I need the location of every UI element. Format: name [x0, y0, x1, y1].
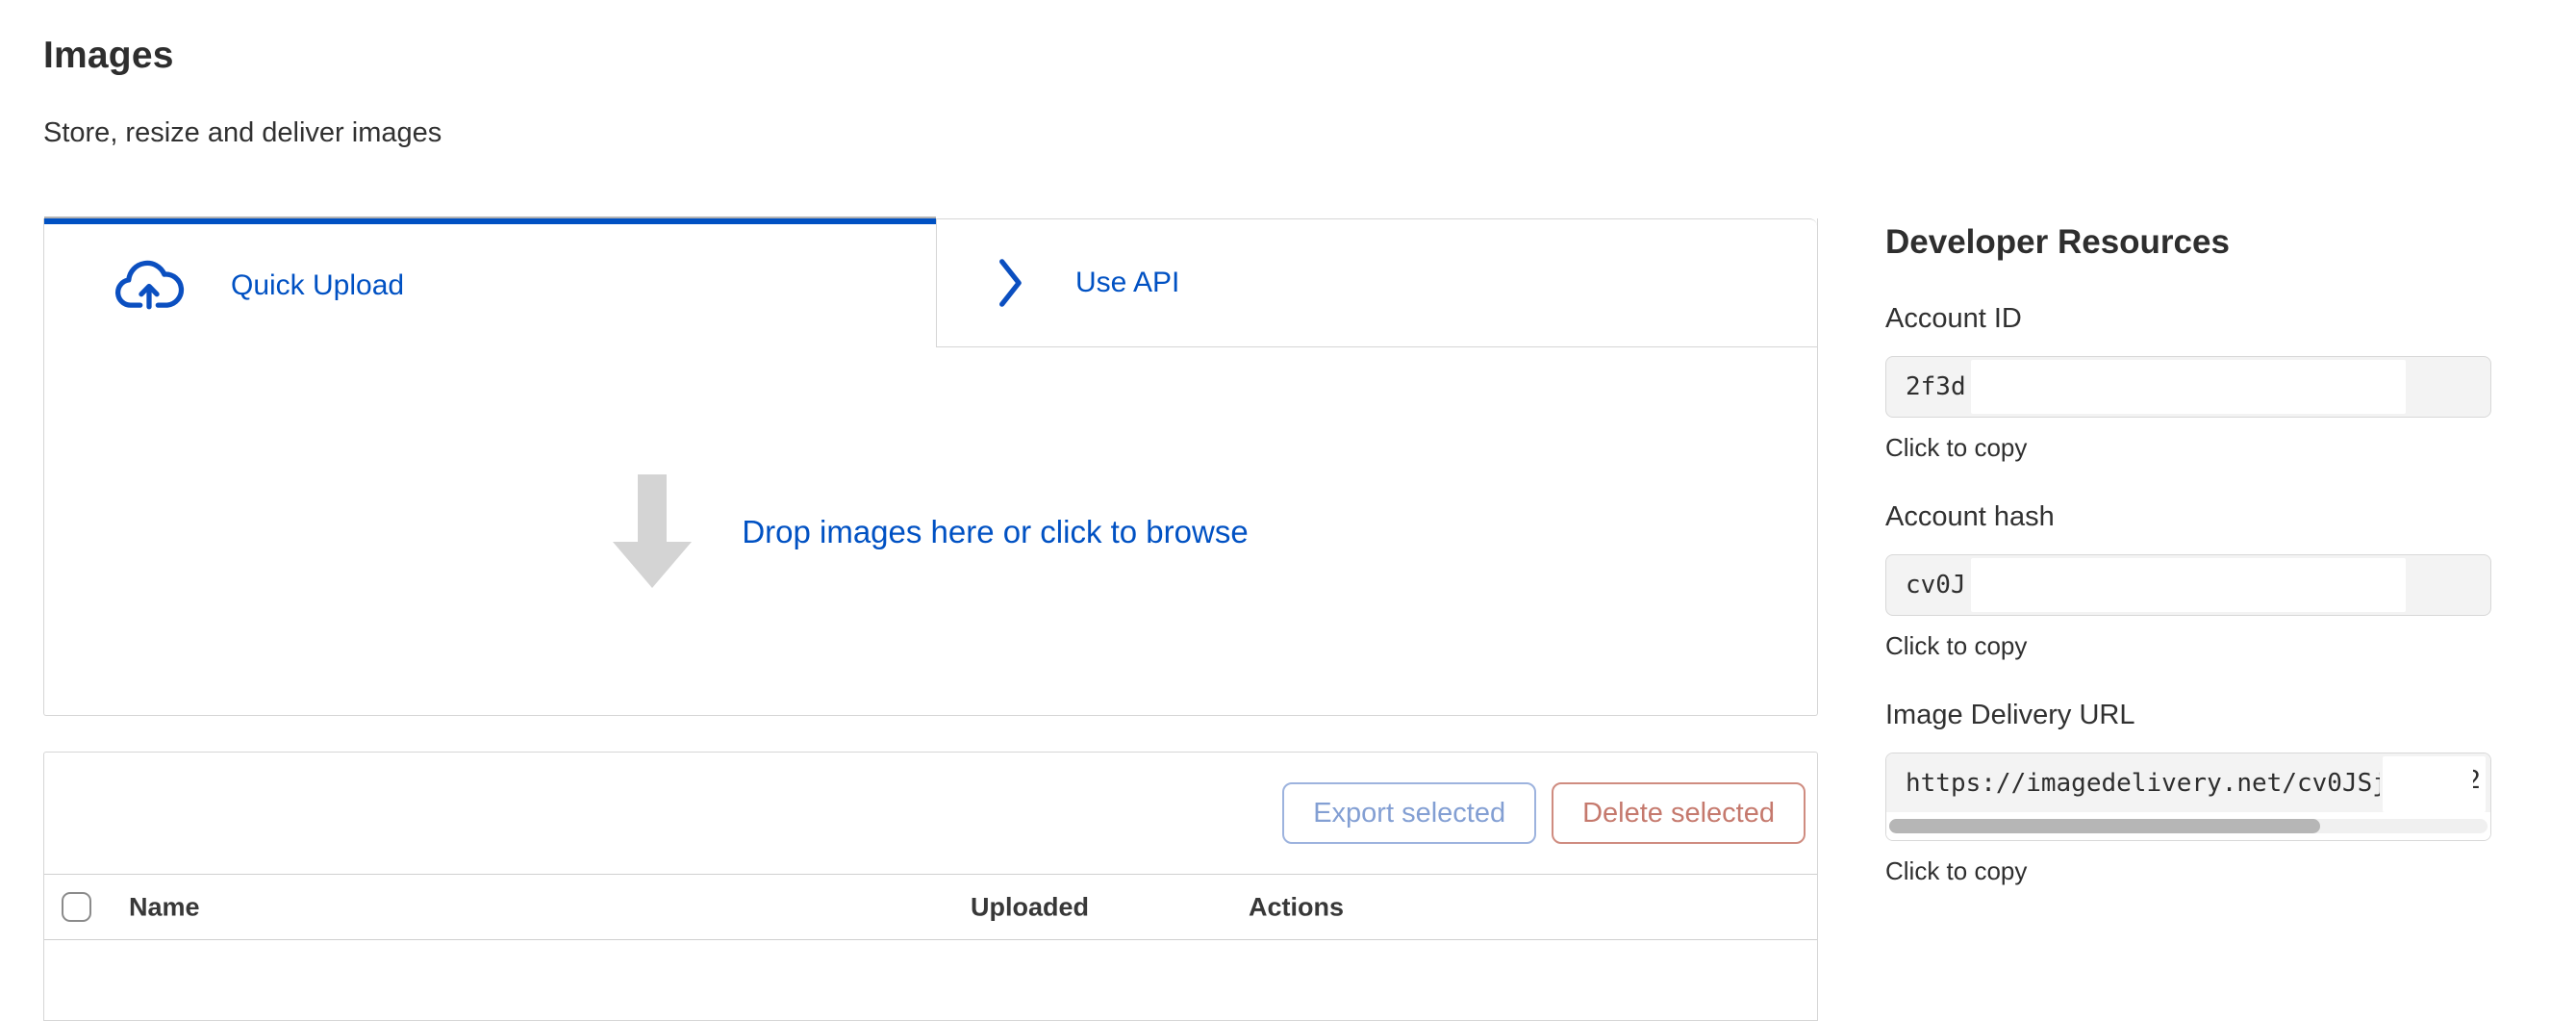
url-scrollbar-area [1886, 812, 2490, 841]
images-table-card: Export selected Delete selected Name Upl… [43, 752, 1818, 1021]
developer-resources-heading: Developer Resources [1885, 223, 2491, 262]
tab-use-api-label: Use API [1075, 267, 1179, 299]
clipped-character: j [2372, 769, 2380, 798]
image-delivery-url-field[interactable]: https://imagedelivery.net/cv0JSj 2 [1885, 753, 2491, 841]
account-id-label: Account ID [1885, 303, 2491, 335]
image-delivery-url-text-row: https://imagedelivery.net/cv0JSj 2 [1886, 753, 2490, 812]
image-delivery-url-copy-hint: Click to copy [1885, 856, 2491, 886]
select-all-checkbox[interactable] [62, 892, 91, 922]
account-id-copy-hint: Click to copy [1885, 433, 2491, 463]
redaction-overlay [1971, 558, 2406, 612]
page-title: Images [43, 35, 1818, 77]
tab-quick-upload[interactable]: Quick Upload [44, 218, 936, 347]
upload-tabs: Quick Upload Use API [44, 218, 1817, 347]
column-header-name: Name [129, 892, 200, 922]
account-hash-field[interactable]: cv0J [1885, 554, 2491, 616]
table-header-row: Name Uploaded Actions [44, 875, 1817, 940]
page-subtitle: Store, resize and deliver images [43, 117, 1818, 149]
horizontal-scrollbar-thumb[interactable] [1889, 819, 2320, 833]
dropzone[interactable]: Drop images here or click to browse [44, 347, 1817, 716]
redaction-overlay [2383, 756, 2486, 812]
cloud-upload-icon [106, 256, 192, 316]
account-hash-label: Account hash [1885, 501, 2491, 533]
column-header-actions: Actions [1249, 892, 1344, 922]
upload-card: Quick Upload Use API Drop images here or… [43, 218, 1818, 716]
tab-use-api[interactable]: Use API [936, 218, 1817, 347]
tab-quick-upload-label: Quick Upload [231, 269, 404, 302]
redaction-overlay [1971, 360, 2406, 414]
delete-selected-button[interactable]: Delete selected [1552, 782, 1806, 844]
main-column: Images Store, resize and deliver images … [43, 0, 1818, 716]
export-selected-button[interactable]: Export selected [1282, 782, 1536, 844]
account-hash-copy-hint: Click to copy [1885, 631, 2491, 661]
image-delivery-url-value: https://imagedelivery.net/cv0JS [1906, 769, 2372, 798]
arrow-down-icon [613, 474, 692, 590]
account-hash-value: cv0J [1906, 571, 1966, 600]
account-id-field[interactable]: 2f3d [1885, 356, 2491, 418]
dropzone-label: Drop images here or click to browse [742, 514, 1248, 550]
developer-resources-panel: Developer Resources Account ID 2f3d Clic… [1885, 223, 2491, 886]
column-header-uploaded: Uploaded [971, 892, 1089, 922]
image-delivery-url-label: Image Delivery URL [1885, 700, 2491, 731]
chevron-right-icon [998, 256, 1023, 310]
table-toolbar: Export selected Delete selected [44, 753, 1817, 875]
account-id-value: 2f3d [1906, 372, 1966, 401]
redaction-tail-fragment: 2 [2473, 766, 2481, 799]
